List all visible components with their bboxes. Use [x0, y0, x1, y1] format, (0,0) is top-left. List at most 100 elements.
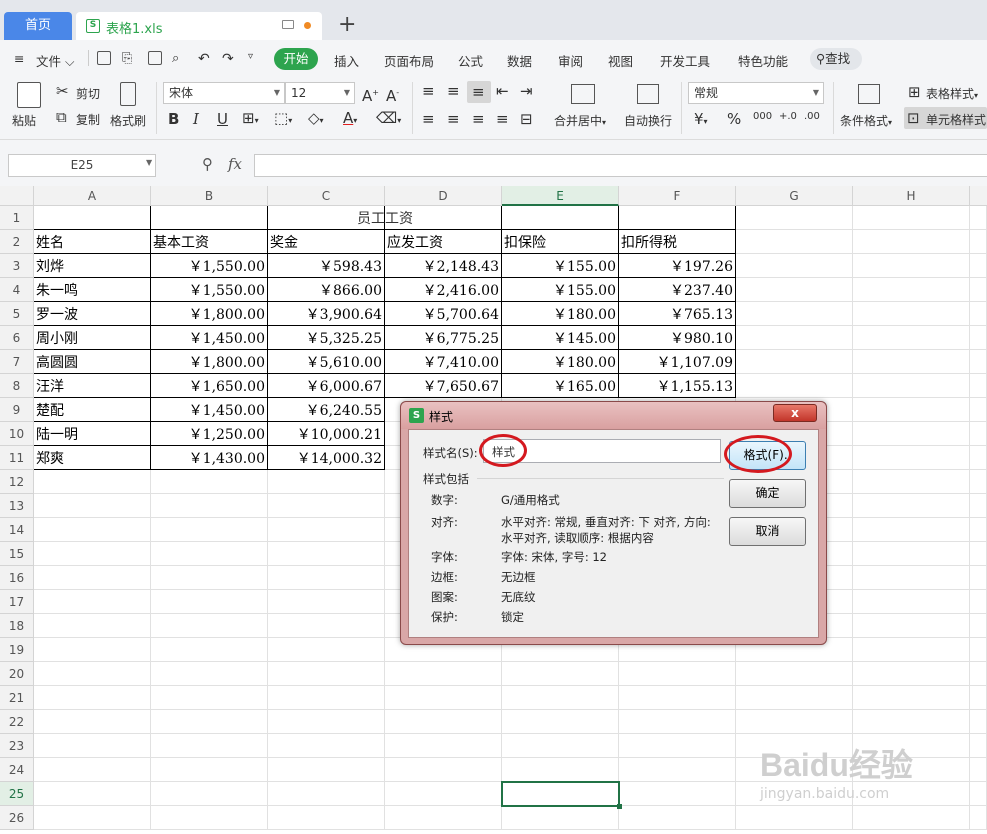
- cell[interactable]: 扣所得税: [619, 230, 736, 254]
- cell[interactable]: [34, 542, 151, 566]
- cell[interactable]: 刘烨: [34, 254, 151, 278]
- cell[interactable]: [970, 614, 987, 638]
- cell[interactable]: [34, 734, 151, 758]
- cell[interactable]: [502, 662, 619, 686]
- cell[interactable]: [151, 710, 268, 734]
- cell[interactable]: [151, 542, 268, 566]
- cell[interactable]: ￥7,650.67: [385, 374, 502, 398]
- selected-cell[interactable]: [501, 781, 622, 809]
- cell[interactable]: [970, 326, 987, 350]
- monitor-icon[interactable]: [282, 20, 294, 29]
- cell[interactable]: [151, 470, 268, 494]
- cell[interactable]: [970, 662, 987, 686]
- cell[interactable]: [970, 350, 987, 374]
- cell[interactable]: [502, 686, 619, 710]
- cell[interactable]: ￥765.13: [619, 302, 736, 326]
- cell[interactable]: ￥7,410.00: [385, 350, 502, 374]
- cell[interactable]: [385, 734, 502, 758]
- customize-dropdown-icon[interactable]: ▿: [248, 51, 253, 62]
- cell[interactable]: ￥2,148.43: [385, 254, 502, 278]
- row-header[interactable]: 8: [0, 374, 34, 398]
- cell[interactable]: [970, 422, 987, 446]
- wrap-text-button[interactable]: 自动换行: [624, 112, 672, 129]
- row-header[interactable]: 1: [0, 206, 34, 230]
- cell[interactable]: 基本工资: [151, 230, 268, 254]
- cell[interactable]: ￥5,325.25: [268, 326, 385, 350]
- cell[interactable]: [34, 614, 151, 638]
- cell[interactable]: ￥1,155.13: [619, 374, 736, 398]
- cell[interactable]: [268, 590, 385, 614]
- print-icon[interactable]: [148, 51, 162, 65]
- ok-button[interactable]: 确定: [729, 479, 806, 508]
- cell-style-button[interactable]: ⊡ 单元格样式: [904, 107, 987, 129]
- wrap-text-icon[interactable]: [637, 84, 659, 104]
- cell[interactable]: [502, 806, 619, 830]
- cell[interactable]: [34, 638, 151, 662]
- cell[interactable]: [736, 254, 853, 278]
- row-header[interactable]: 5: [0, 302, 34, 326]
- cell[interactable]: [34, 662, 151, 686]
- cell[interactable]: [34, 782, 151, 806]
- cell[interactable]: [853, 278, 970, 302]
- cell[interactable]: [853, 254, 970, 278]
- row-header[interactable]: 3: [0, 254, 34, 278]
- cell[interactable]: [736, 302, 853, 326]
- cell[interactable]: ￥145.00: [502, 326, 619, 350]
- cell[interactable]: [970, 758, 987, 782]
- column-header[interactable]: D: [385, 186, 502, 206]
- cell[interactable]: [619, 806, 736, 830]
- dialog-titlebar[interactable]: S 样式 x: [401, 402, 826, 429]
- copy-icon[interactable]: ⧉: [56, 108, 67, 126]
- cell[interactable]: [736, 206, 853, 230]
- align-right-icon[interactable]: ≡: [472, 110, 485, 128]
- cell[interactable]: [853, 398, 970, 422]
- table-style-button[interactable]: 表格样式▾: [926, 85, 978, 102]
- cell[interactable]: [34, 518, 151, 542]
- cell[interactable]: [853, 350, 970, 374]
- bold-icon[interactable]: B: [168, 110, 179, 128]
- cell[interactable]: [853, 686, 970, 710]
- cell[interactable]: [385, 686, 502, 710]
- cell[interactable]: [268, 782, 385, 806]
- cell[interactable]: [853, 230, 970, 254]
- cell[interactable]: [502, 710, 619, 734]
- cell[interactable]: [268, 710, 385, 734]
- cell[interactable]: [151, 686, 268, 710]
- thousands-icon[interactable]: 000: [753, 108, 772, 126]
- column-header[interactable]: H: [853, 186, 970, 206]
- undo-icon[interactable]: ↶: [198, 51, 210, 67]
- fill-handle[interactable]: [617, 804, 622, 809]
- conditional-format-icon[interactable]: [858, 84, 880, 104]
- cell[interactable]: [970, 518, 987, 542]
- cell[interactable]: [853, 326, 970, 350]
- hamburger-icon[interactable]: ≡: [14, 51, 24, 66]
- cell[interactable]: [853, 470, 970, 494]
- cell[interactable]: [619, 782, 736, 806]
- row-header[interactable]: 13: [0, 494, 34, 518]
- row-header[interactable]: 15: [0, 542, 34, 566]
- decrease-decimal-icon[interactable]: .00: [804, 108, 820, 126]
- save-icon[interactable]: [97, 51, 111, 65]
- cell[interactable]: [736, 806, 853, 830]
- cell[interactable]: [853, 494, 970, 518]
- cell[interactable]: ￥14,000.32: [268, 446, 385, 470]
- menu-developer[interactable]: 开发工具: [660, 51, 710, 70]
- cell[interactable]: ￥6,000.67: [268, 374, 385, 398]
- cell[interactable]: [736, 374, 853, 398]
- cut-button[interactable]: 剪切: [76, 85, 100, 102]
- cell[interactable]: ￥180.00: [502, 302, 619, 326]
- align-left-icon[interactable]: ≡: [422, 110, 435, 128]
- cell[interactable]: ￥197.26: [619, 254, 736, 278]
- cell[interactable]: [853, 806, 970, 830]
- new-tab-button[interactable]: +: [338, 12, 356, 38]
- cell[interactable]: ￥1,550.00: [151, 254, 268, 278]
- cell[interactable]: [853, 614, 970, 638]
- cell[interactable]: [853, 374, 970, 398]
- cell[interactable]: [34, 470, 151, 494]
- brush-icon[interactable]: [120, 82, 136, 106]
- row-header[interactable]: 14: [0, 518, 34, 542]
- close-button[interactable]: x: [773, 404, 817, 422]
- increase-indent-icon[interactable]: ⇥: [520, 82, 533, 100]
- cell[interactable]: [736, 326, 853, 350]
- cell[interactable]: [151, 638, 268, 662]
